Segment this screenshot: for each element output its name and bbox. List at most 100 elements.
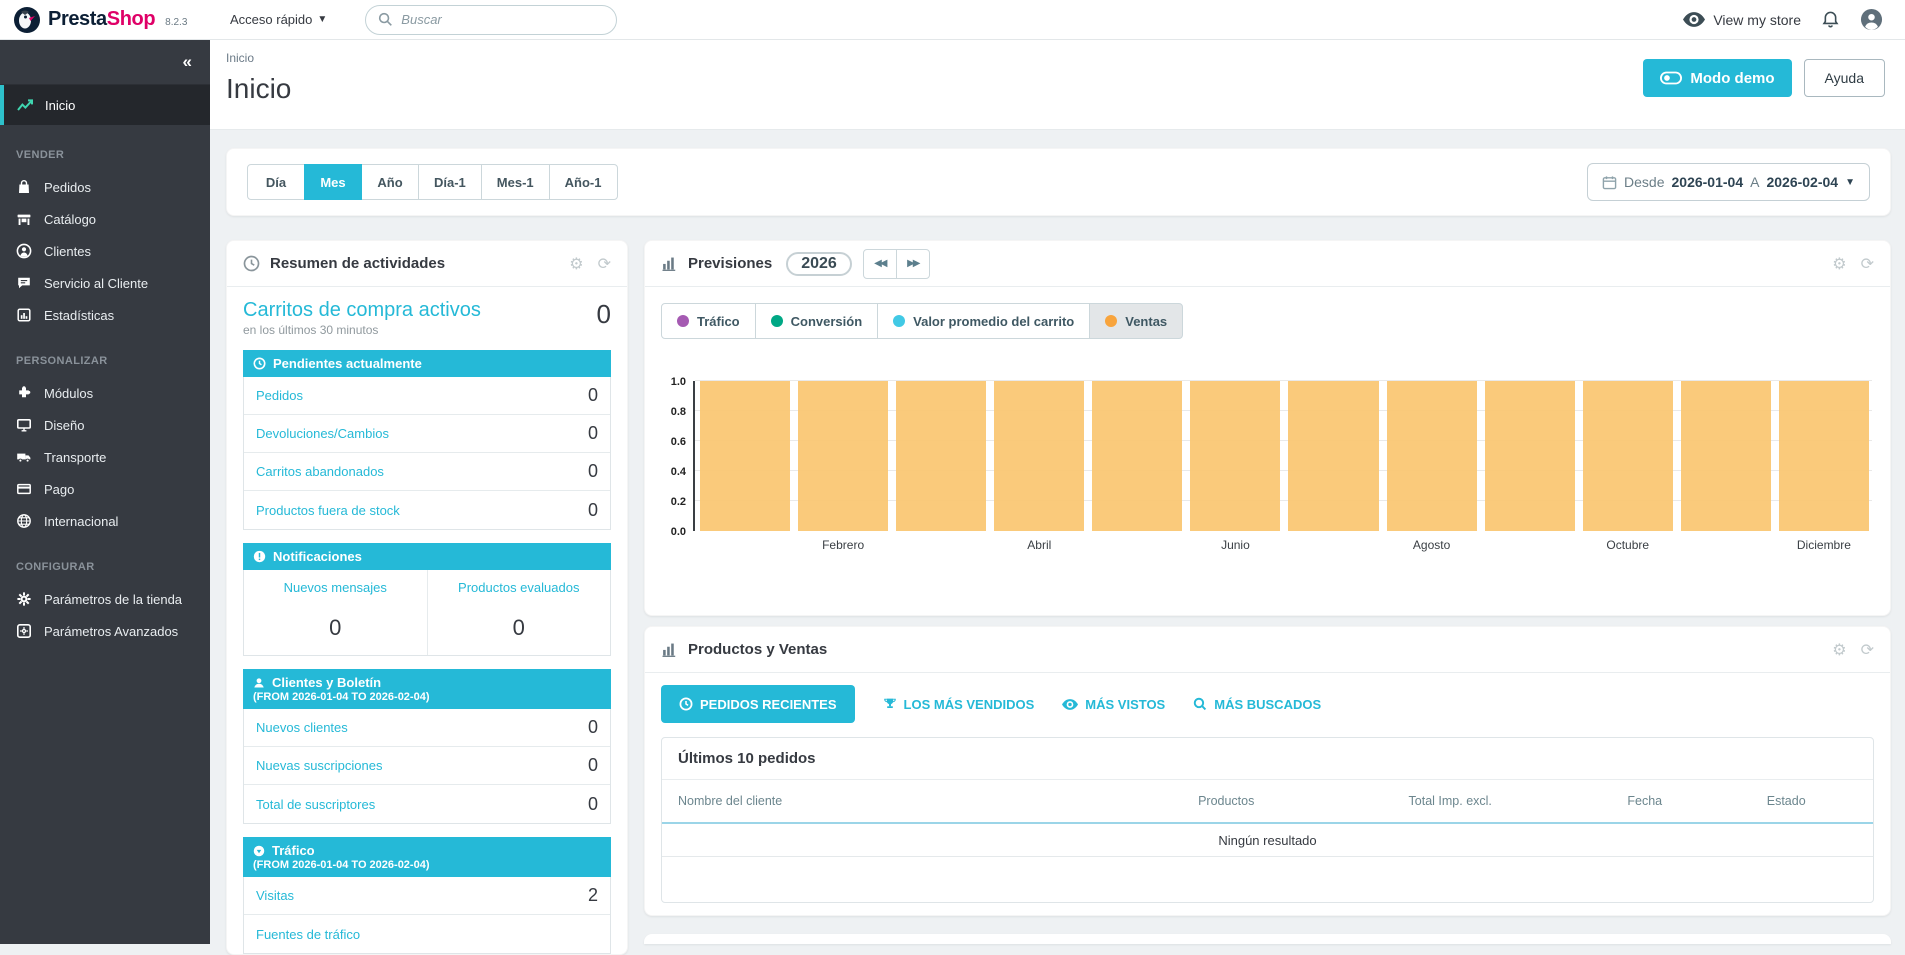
customers-icon xyxy=(16,243,32,259)
sidebar-item-pedidos[interactable]: Pedidos xyxy=(16,171,194,203)
eye-icon xyxy=(1062,699,1078,710)
year-badge[interactable]: 2026 xyxy=(786,252,852,276)
period-dia-button[interactable]: Día xyxy=(247,164,305,200)
sidebar-item-catalogo[interactable]: Catálogo xyxy=(16,203,194,235)
refresh-icon[interactable]: ⟳ xyxy=(598,254,611,274)
bar-junio xyxy=(1190,381,1280,531)
tab-los-mas-vendidos[interactable]: LOS MÁS VENDIDOS xyxy=(883,697,1035,712)
products-tabs: PEDIDOS RECIENTES LOS MÁS VENDIDOS MÁS V… xyxy=(661,685,1874,723)
sidebar-item-label: Parámetros Avanzados xyxy=(44,624,178,639)
date-range-picker[interactable]: Desde 2026-01-04 A 2026-02-04 ▼ xyxy=(1587,163,1870,201)
legend-ventas[interactable]: Ventas xyxy=(1089,303,1183,339)
forecast-legend: Tráfico Conversión Valor promedio del ca… xyxy=(661,303,1183,339)
sidebar-item-label: Parámetros de la tienda xyxy=(44,592,182,607)
sidebar-item-modulos[interactable]: Módulos xyxy=(16,377,194,409)
view-my-store-link[interactable]: View my store xyxy=(1683,12,1801,28)
sidebar-item-internacional[interactable]: Internacional xyxy=(16,505,194,537)
sidebar-item-label: Transporte xyxy=(44,450,106,465)
table-row: Devoluciones/Cambios0 xyxy=(244,415,610,453)
legend-valor-promedio[interactable]: Valor promedio del carrito xyxy=(877,303,1090,339)
notifications-band: Notificaciones xyxy=(243,543,611,570)
breadcrumb[interactable]: Inicio xyxy=(226,51,254,65)
clock-icon xyxy=(253,357,266,370)
x-tick-label: Abril xyxy=(994,538,1084,552)
bag-icon xyxy=(16,179,32,195)
refresh-icon[interactable]: ⟳ xyxy=(1861,254,1874,274)
period-ano-button[interactable]: Año xyxy=(361,164,419,200)
quick-access-dropdown[interactable]: Acceso rápido ▼ xyxy=(230,12,327,27)
panel-title: Previsiones xyxy=(688,255,772,272)
period-dia1-button[interactable]: Día-1 xyxy=(418,164,482,200)
forecast-chart: 0.00.20.40.60.81.0 FebreroAbrilJunioAgos… xyxy=(657,381,1872,552)
tab-mas-vistos[interactable]: MÁS VISTOS xyxy=(1062,697,1165,712)
notifications-cols: Nuevos mensajes0 Productos evaluados0 xyxy=(243,570,611,656)
column-header: Nombre del cliente xyxy=(678,794,1126,808)
sidebar-item-diseno[interactable]: Diseño xyxy=(16,409,194,441)
sidebar-item-parametros-tienda[interactable]: Parámetros de la tienda xyxy=(16,583,194,615)
help-button[interactable]: Ayuda xyxy=(1804,59,1885,97)
refresh-icon[interactable]: ⟳ xyxy=(1861,640,1874,660)
x-tick-label xyxy=(1092,538,1182,552)
panel-title: Resumen de actividades xyxy=(270,255,445,272)
notif-link[interactable]: Productos evaluados xyxy=(428,580,611,595)
demo-mode-button[interactable]: Modo demo xyxy=(1643,59,1791,97)
tab-pedidos-recientes[interactable]: PEDIDOS RECIENTES xyxy=(661,685,855,723)
column-header: Total Imp. excl. xyxy=(1326,794,1574,808)
table-row: Nuevas suscripciones0 xyxy=(244,747,610,785)
bell-icon[interactable] xyxy=(1821,9,1840,30)
sidebar-item-inicio[interactable]: Inicio xyxy=(0,85,210,125)
activity-panel: Resumen de actividades ⚙ ⟳ Carritos de c… xyxy=(226,240,628,955)
search-icon xyxy=(1193,697,1207,711)
person-icon xyxy=(253,677,265,689)
recent-orders-card: Últimos 10 pedidos Nombre del cliente Pr… xyxy=(661,737,1874,903)
sidebar-item-estadisticas[interactable]: Estadísticas xyxy=(16,299,194,331)
column-header: Fecha xyxy=(1574,794,1715,808)
date-prefix: Desde xyxy=(1624,174,1664,190)
credit-card-icon xyxy=(16,481,32,497)
sidebar-item-pago[interactable]: Pago xyxy=(16,473,194,505)
gear-icon[interactable]: ⚙ xyxy=(1832,640,1846,660)
sidebar-collapse-icon[interactable]: « xyxy=(183,52,192,72)
x-tick-label: Junio xyxy=(1190,538,1280,552)
trophy-icon xyxy=(883,697,897,711)
truck-icon xyxy=(16,449,32,465)
gear-icon[interactable]: ⚙ xyxy=(1832,254,1846,274)
period-mes1-button[interactable]: Mes-1 xyxy=(481,164,550,200)
search-box[interactable] xyxy=(365,5,617,35)
legend-dot xyxy=(771,315,783,327)
gear-icon[interactable]: ⚙ xyxy=(569,254,583,274)
period-mes-button[interactable]: Mes xyxy=(304,164,362,200)
next-year-button[interactable]: ▶▶ xyxy=(896,249,930,279)
bar-mayo xyxy=(1092,381,1182,531)
period-toolbar: Día Mes Año Día-1 Mes-1 Año-1 Desde 2026… xyxy=(226,148,1891,216)
active-carts-value: 0 xyxy=(597,299,611,330)
x-tick-label xyxy=(700,538,790,552)
gear-icon xyxy=(16,591,32,607)
user-icon[interactable] xyxy=(1860,8,1883,31)
sidebar-item-servicio[interactable]: Servicio al Cliente xyxy=(16,267,194,299)
page-title: Inicio xyxy=(226,73,1885,105)
sidebar-item-clientes[interactable]: Clientes xyxy=(16,235,194,267)
table-row: Pedidos0 xyxy=(244,377,610,415)
tab-mas-buscados[interactable]: MÁS BUSCADOS xyxy=(1193,697,1321,712)
bar-diciembre xyxy=(1779,381,1869,531)
sidebar-item-label: Pago xyxy=(44,482,74,497)
column-header: Productos xyxy=(1126,794,1326,808)
legend-conversion[interactable]: Conversión xyxy=(755,303,879,339)
prev-year-button[interactable]: ◀◀ xyxy=(863,249,897,279)
toggle-icon xyxy=(1660,71,1682,85)
bar-febrero xyxy=(798,381,888,531)
prestashop-logo[interactable]: PrestaShop 8.2.3 xyxy=(0,7,212,33)
period-ano1-button[interactable]: Año-1 xyxy=(549,164,618,200)
bar-septiembre xyxy=(1485,381,1575,531)
notif-link[interactable]: Nuevos mensajes xyxy=(244,580,427,595)
pending-rows: Pedidos0 Devoluciones/Cambios0 Carritos … xyxy=(243,377,611,530)
forecast-panel: Previsiones 2026 ◀◀ ▶▶ ⚙ ⟳ xyxy=(644,240,1891,616)
legend-trafico[interactable]: Tráfico xyxy=(661,303,756,339)
search-input[interactable] xyxy=(401,12,604,27)
x-tick-label: Octubre xyxy=(1583,538,1673,552)
active-carts-link[interactable]: Carritos de compra activos xyxy=(243,299,481,322)
sidebar-item-label: Módulos xyxy=(44,386,93,401)
sidebar-item-parametros-avanzados[interactable]: Parámetros Avanzados xyxy=(16,615,194,647)
sidebar-item-transporte[interactable]: Transporte xyxy=(16,441,194,473)
